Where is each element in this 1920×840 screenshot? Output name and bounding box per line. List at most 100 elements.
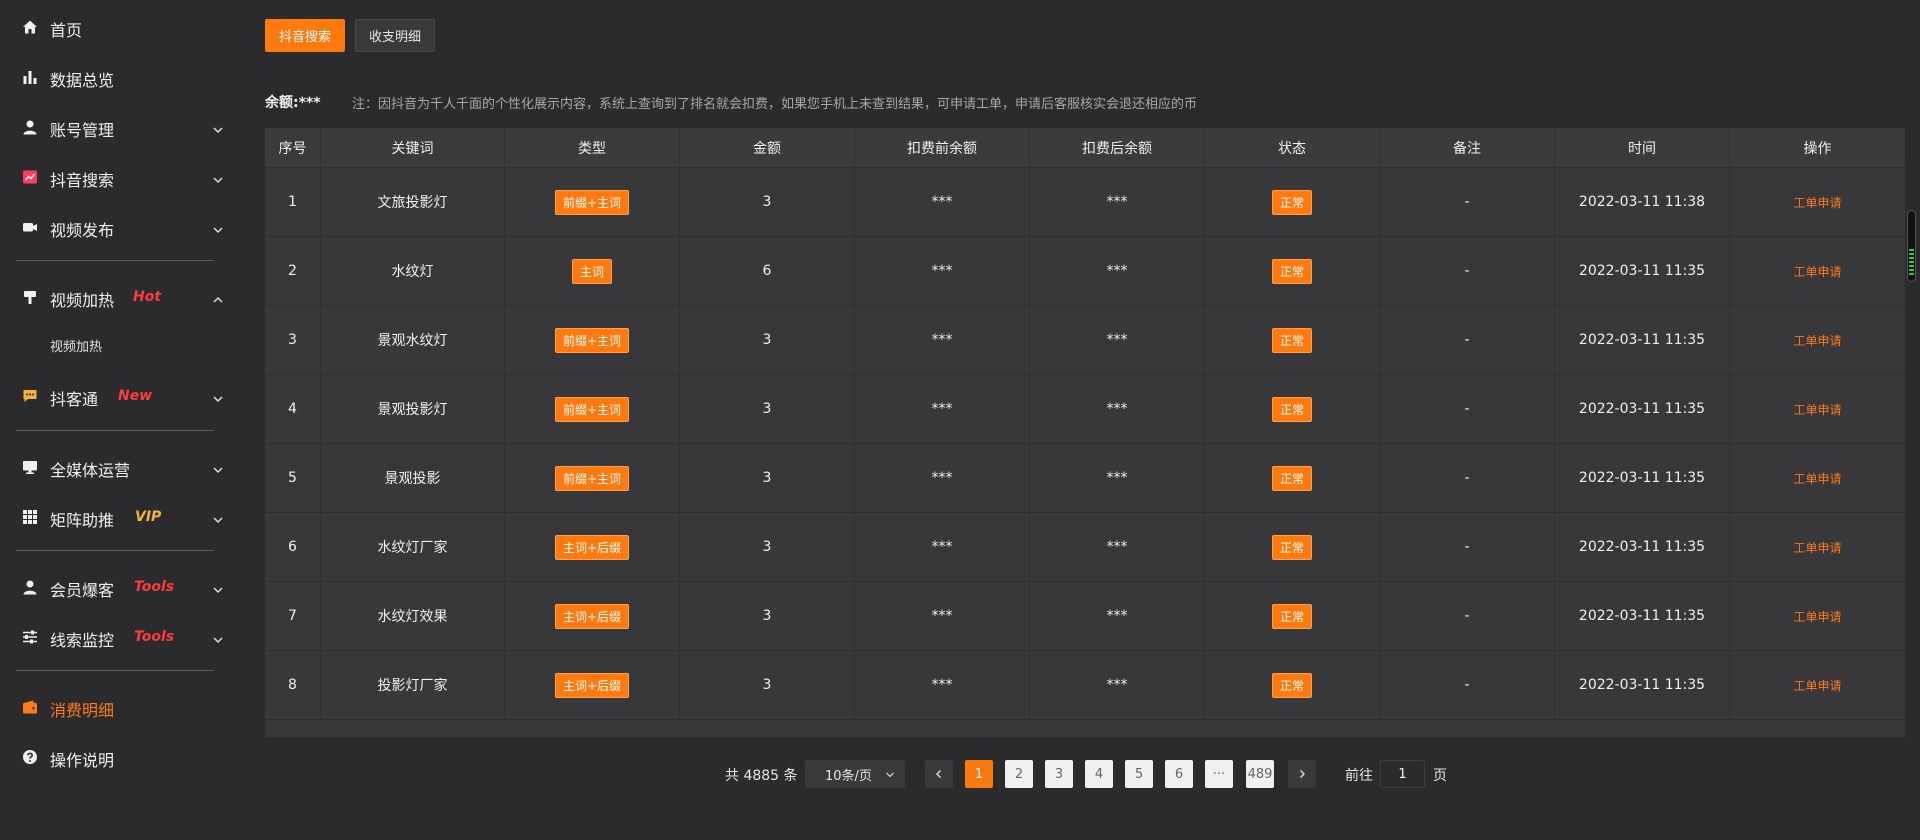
page-ellipsis[interactable]: ··· xyxy=(1205,760,1233,788)
ticket-apply-link[interactable]: 工单申请 xyxy=(1793,401,1841,418)
row-status: 正常 xyxy=(1205,513,1380,581)
sidebar-item-media-ops[interactable]: 全媒体运营 xyxy=(0,447,240,487)
row-no: 4 xyxy=(265,375,321,443)
prev-page-button[interactable] xyxy=(925,760,953,788)
row-balance-after: *** xyxy=(1030,651,1205,719)
row-remark: - xyxy=(1380,444,1555,512)
tab-douyin-search-button[interactable]: 抖音搜索 xyxy=(265,19,345,52)
ticket-apply-link[interactable]: 工单申请 xyxy=(1793,539,1841,556)
chat-icon xyxy=(22,388,38,404)
type-tag: 前缀+主词 xyxy=(554,396,630,422)
pagination: 共 4885 条 10条/页 123456 ··· 489 前往 页 xyxy=(0,760,1920,788)
balance: 余额:*** xyxy=(265,92,321,112)
page-button[interactable]: 3 xyxy=(1045,760,1073,788)
row-balance-after: *** xyxy=(1030,444,1205,512)
row-action: 工单申请 xyxy=(1730,444,1905,512)
goto-page-input[interactable] xyxy=(1380,760,1425,788)
sidebar-item-douyin-search[interactable]: 抖音搜索 xyxy=(0,157,240,197)
row-balance-before: *** xyxy=(855,513,1030,581)
status-badge: 正常 xyxy=(1271,672,1312,698)
tools-badge: Tools xyxy=(134,629,175,645)
goto-unit: 页 xyxy=(1433,768,1447,784)
row-balance-before: *** xyxy=(855,444,1030,512)
table-row: 2 水纹灯 主词 6 *** *** 正常 -2022-03-11 11:35 工单申请 xyxy=(265,237,1905,306)
chevron-down-icon xyxy=(212,461,224,474)
row-keyword: 景观投影 xyxy=(321,444,505,512)
row-keyword: 景观投影灯 xyxy=(321,375,505,443)
vertical-scrollbar[interactable] xyxy=(1907,210,1916,282)
user-icon xyxy=(22,119,38,135)
sidebar-item-member-leads[interactable]: 会员爆客 Tools xyxy=(0,567,240,607)
sidebar-item-overview[interactable]: 数据总览 xyxy=(0,57,240,97)
tab-ledger-button[interactable]: 收支明细 xyxy=(355,19,435,52)
table-row: 4 景观投影灯 前缀+主词 3 *** *** 正常 -2022-03-11 11:35 工单申… xyxy=(265,375,1905,444)
page-button[interactable]: 5 xyxy=(1125,760,1153,788)
row-balance-after: *** xyxy=(1030,582,1205,650)
notice-text: 注：因抖音为千人千面的个性化展示内容，系统上查询到了排名就会扣费，如果您手机上未… xyxy=(352,97,1198,112)
header-keyword: 关键词 xyxy=(321,128,505,167)
chevron-down-icon xyxy=(212,631,224,644)
ticket-apply-link[interactable]: 工单申请 xyxy=(1793,608,1841,625)
sidebar-divider xyxy=(16,260,214,261)
row-amount: 6 xyxy=(680,237,855,305)
sidebar-item-home[interactable]: 首页 xyxy=(0,7,240,47)
new-badge: New xyxy=(118,388,153,404)
page-button[interactable]: 489 xyxy=(1246,760,1274,788)
ticket-apply-link[interactable]: 工单申请 xyxy=(1793,332,1841,349)
header-time: 时间 xyxy=(1555,128,1730,167)
row-amount: 3 xyxy=(680,444,855,512)
row-time: 2022-03-11 11:35 xyxy=(1555,444,1730,512)
chevron-down-icon xyxy=(212,121,224,134)
home-icon xyxy=(22,19,38,35)
row-balance-after: *** xyxy=(1030,513,1205,581)
ticket-apply-link[interactable]: 工单申请 xyxy=(1793,677,1841,694)
next-page-button[interactable] xyxy=(1288,760,1316,788)
page-button[interactable]: 4 xyxy=(1085,760,1113,788)
page-button[interactable]: 6 xyxy=(1165,760,1193,788)
sidebar-item-video-boost[interactable]: 视频加热 Hot xyxy=(0,277,240,317)
ticket-apply-link[interactable]: 工单申请 xyxy=(1793,263,1841,280)
header-balance-after: 扣费后余额 xyxy=(1030,128,1205,167)
type-tag: 主词+后缀 xyxy=(554,672,630,698)
status-badge: 正常 xyxy=(1271,534,1312,560)
row-type: 前缀+主词 xyxy=(505,306,680,374)
ticket-apply-link[interactable]: 工单申请 xyxy=(1793,470,1841,487)
type-tag: 主词+后缀 xyxy=(554,534,630,560)
page-size-select[interactable]: 10条/页 xyxy=(805,760,905,788)
row-time: 2022-03-11 11:38 xyxy=(1555,168,1730,236)
scrollbar-grip[interactable] xyxy=(1909,249,1914,277)
camera-icon xyxy=(22,219,38,235)
status-badge: 正常 xyxy=(1271,465,1312,491)
member-icon xyxy=(22,579,38,595)
sidebar-item-lead-monitor[interactable]: 线索监控 Tools xyxy=(0,617,240,657)
table-row: 8 投影灯厂家 主词+后缀 3 *** *** 正常 -2022-03-11 11:35 工单申… xyxy=(265,651,1905,720)
row-action: 工单申请 xyxy=(1730,651,1905,719)
row-balance-before: *** xyxy=(855,168,1030,236)
chevron-down-icon xyxy=(212,581,224,594)
row-type: 主词+后缀 xyxy=(505,582,680,650)
sidebar-item-doukatong[interactable]: 抖客通 New xyxy=(0,376,240,416)
vip-badge: VIP xyxy=(135,509,162,525)
sidebar-item-matrix-boost[interactable]: 矩阵助推 VIP xyxy=(0,497,240,537)
row-keyword: 水纹灯厂家 xyxy=(321,513,505,581)
grid-icon xyxy=(22,509,38,525)
row-keyword: 投影灯厂家 xyxy=(321,651,505,719)
row-amount: 3 xyxy=(680,651,855,719)
sidebar-item-video-publish[interactable]: 视频发布 xyxy=(0,207,240,247)
page-button[interactable]: 2 xyxy=(1005,760,1033,788)
row-time: 2022-03-11 11:35 xyxy=(1555,306,1730,374)
row-balance-before: *** xyxy=(855,375,1030,443)
sidebar-item-consumption[interactable]: 消费明细 xyxy=(0,687,240,727)
bar-chart-icon xyxy=(22,69,38,85)
ticket-apply-link[interactable]: 工单申请 xyxy=(1793,194,1841,211)
row-action: 工单申请 xyxy=(1730,513,1905,581)
sidebar-item-accounts[interactable]: 账号管理 xyxy=(0,107,240,147)
sidebar: 首页 数据总览 账号管理 抖音搜索 视频发布 视频加热 Hot 视频加热 抖客通… xyxy=(0,0,240,840)
sidebar-item-label: 视频发布 xyxy=(50,221,115,240)
row-keyword: 水纹灯 xyxy=(321,237,505,305)
row-action: 工单申请 xyxy=(1730,168,1905,236)
sidebar-subitem-video-boost[interactable]: 视频加热 xyxy=(50,330,102,360)
page-button[interactable]: 1 xyxy=(965,760,993,788)
row-remark: - xyxy=(1380,237,1555,305)
row-type: 前缀+主词 xyxy=(505,444,680,512)
